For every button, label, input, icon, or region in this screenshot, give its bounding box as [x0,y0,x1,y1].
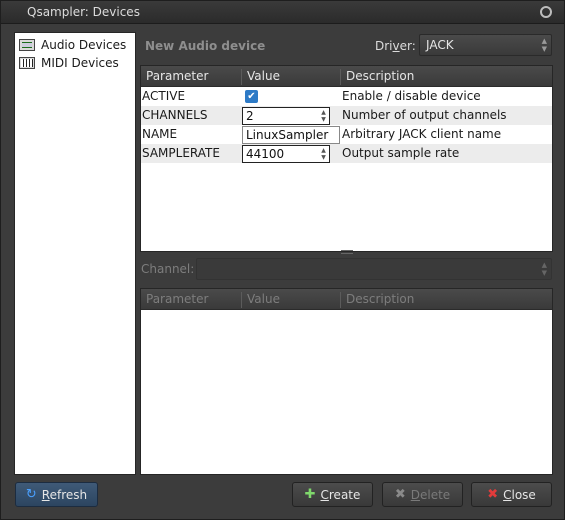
window-title: Qsampler: Devices [27,5,140,19]
tree-item-midi-devices[interactable]: MIDI Devices [15,54,135,72]
port-params-table[interactable]: Parameter Value Description [140,288,553,475]
delete-button[interactable]: ✖ Delete [382,482,463,507]
param-name: CHANNELS [142,108,208,122]
channel-label: Channel: [141,262,195,276]
devices-window: Qsampler: Devices Audio Devices MIDI Dev… [0,0,565,520]
spin-arrows-icon[interactable]: ▲ ▼ [319,109,328,123]
column-header-description[interactable]: Description [340,69,414,85]
combo-arrows-icon: ▲ ▼ [541,261,547,277]
param-name: SAMPLERATE [142,146,220,160]
column-header-value[interactable]: Value [241,292,280,308]
device-params-table[interactable]: Parameter Value Description ACTIVE ✔ Ena… [140,65,553,252]
tree-item-label: MIDI Devices [41,56,119,70]
create-label: Create [320,487,361,502]
column-header-parameter[interactable]: Parameter [141,69,208,85]
window-menu-icon[interactable] [540,6,552,18]
device-name-label: New Audio device [145,39,266,53]
tree-item-audio-devices[interactable]: Audio Devices [15,36,135,54]
refresh-button[interactable]: ↻ Refresh [15,482,98,507]
create-icon: ✚ [304,487,316,502]
close-icon: ✖ [487,487,499,502]
param-description: Output sample rate [342,146,460,160]
table-row[interactable]: ACTIVE ✔ Enable / disable device [141,87,552,106]
table-row[interactable]: CHANNELS 2 ▲ ▼ Number of output channels [141,106,552,125]
audio-device-icon [19,39,35,51]
spin-arrows-icon[interactable]: ▲ ▼ [319,147,328,161]
column-header-value[interactable]: Value [241,69,280,85]
splitter-handle[interactable] [341,250,353,254]
channel-combo[interactable]: ▲ ▼ [196,258,552,280]
table-header: Parameter Value Description [141,66,552,87]
driver-value: JACK [426,38,454,52]
table-row[interactable]: NAME LinuxSampler Arbitrary JACK client … [141,125,552,144]
table-header: Parameter Value Description [141,289,552,310]
midi-device-icon [19,57,35,69]
active-checkbox[interactable]: ✔ [245,90,258,103]
name-field[interactable]: LinuxSampler [242,126,340,144]
tree-item-label: Audio Devices [41,38,127,52]
column-header-parameter[interactable]: Parameter [141,292,208,308]
table-row[interactable]: SAMPLERATE 44100 ▲ ▼ Output sample rate [141,144,552,163]
param-description: Number of output channels [342,108,507,122]
close-button[interactable]: ✖ Close [471,482,552,507]
param-description: Arbitrary JACK client name [342,127,502,141]
channels-spinbox[interactable]: 2 ▲ ▼ [242,107,330,125]
driver-combo[interactable]: JACK ▲ ▼ [419,34,552,56]
samplerate-spinbox[interactable]: 44100 ▲ ▼ [242,145,330,163]
param-name: NAME [142,127,178,141]
column-header-description[interactable]: Description [340,292,414,308]
delete-icon: ✖ [394,487,406,502]
combo-arrows-icon: ▲ ▼ [541,37,547,53]
driver-label: Driver: [375,39,416,53]
close-label: Close [503,487,536,502]
param-name: ACTIVE [142,89,186,103]
param-description: Enable / disable device [342,89,481,103]
title-bar[interactable]: Qsampler: Devices [1,1,564,24]
refresh-icon: ↻ [25,487,37,502]
create-button[interactable]: ✚ Create [292,482,373,507]
delete-label: Delete [410,487,451,502]
refresh-label: Refresh [41,487,88,502]
device-tree[interactable]: Audio Devices MIDI Devices [14,32,136,475]
